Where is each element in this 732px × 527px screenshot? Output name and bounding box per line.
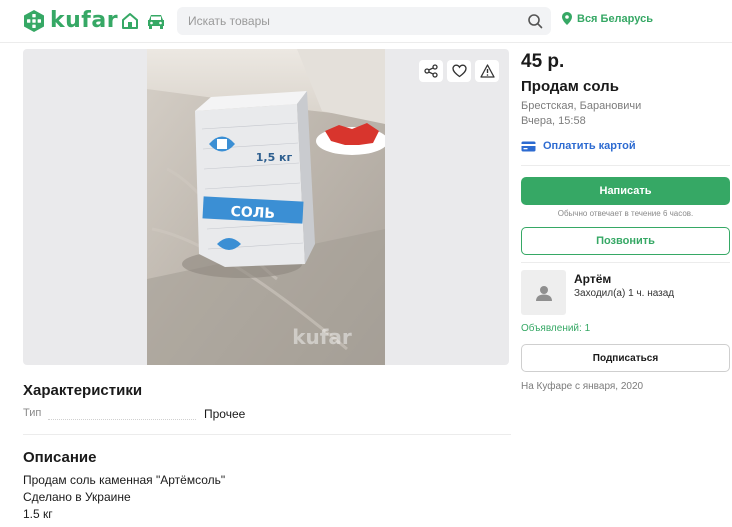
- characteristic-value: Прочее: [204, 407, 246, 421]
- characteristic-key: Тип: [23, 407, 42, 419]
- description-line: Продам соль каменная "Артёмсоль": [23, 473, 226, 487]
- region-selector[interactable]: Вся Беларусь: [562, 12, 653, 25]
- report-button[interactable]: [475, 60, 499, 82]
- call-button[interactable]: Позвонить: [521, 227, 730, 255]
- description-heading: Описание: [23, 449, 97, 466]
- search-input[interactable]: [177, 7, 507, 35]
- seller-last-seen: Заходил(а) 1 ч. назад: [574, 288, 675, 299]
- logo-text: kufar: [50, 8, 119, 33]
- car-icon[interactable]: [146, 12, 166, 30]
- divider: [521, 165, 730, 166]
- seller-name[interactable]: Артём: [574, 272, 611, 286]
- seller-avatar[interactable]: [521, 270, 566, 315]
- logo-icon: [24, 9, 44, 32]
- photo-actions: [419, 60, 503, 82]
- seller-ads-count-link[interactable]: Объявлений: 1: [521, 323, 590, 334]
- characteristic-dotted-line: [48, 419, 196, 420]
- write-message-button[interactable]: Написать: [521, 177, 730, 205]
- package-label: СОЛЬ: [230, 204, 275, 222]
- card-icon: [521, 141, 536, 151]
- reply-time-note: Обычно отвечает в течение 6 часов.: [557, 209, 694, 218]
- warning-icon: [479, 64, 495, 78]
- package-weight: 1,5 кг: [256, 151, 293, 164]
- home-icon[interactable]: [121, 12, 139, 30]
- share-icon: [424, 64, 438, 78]
- pay-by-card-label: Оплатить картой: [543, 140, 636, 152]
- listing-title: Продам соль: [521, 78, 619, 95]
- search-icon[interactable]: [527, 13, 543, 29]
- description-line: 1.5 кг: [23, 507, 53, 521]
- salt-package-image: СОЛЬ 1,5 кг kufar: [147, 49, 385, 365]
- photo-gallery[interactable]: СОЛЬ 1,5 кг kufar: [23, 49, 509, 365]
- region-label: Вся Беларусь: [577, 12, 653, 25]
- location-pin-icon: [562, 12, 572, 25]
- search-bar[interactable]: [177, 7, 551, 35]
- subscribe-button[interactable]: Подписаться: [521, 344, 730, 372]
- favorite-button[interactable]: [447, 60, 471, 82]
- characteristics-heading: Характеристики: [23, 382, 143, 399]
- listing-price: 45 р.: [521, 51, 565, 72]
- listing-photo[interactable]: СОЛЬ 1,5 кг kufar: [147, 49, 385, 365]
- heart-icon: [451, 64, 467, 78]
- header: kufar Вся Беларусь: [0, 0, 732, 43]
- description-line: Сделано в Украине: [23, 490, 131, 504]
- divider: [23, 434, 511, 435]
- photo-watermark: kufar: [292, 325, 352, 349]
- divider: [521, 262, 730, 263]
- user-icon: [535, 285, 552, 301]
- pay-by-card-link[interactable]: Оплатить картой: [521, 140, 636, 152]
- listing-date: Вчера, 15:58: [521, 115, 586, 127]
- kufar-logo[interactable]: kufar: [22, 8, 118, 33]
- seller-since: На Куфаре с января, 2020: [521, 381, 644, 392]
- share-button[interactable]: [419, 60, 443, 82]
- listing-location: Брестская, Барановичи: [521, 100, 642, 112]
